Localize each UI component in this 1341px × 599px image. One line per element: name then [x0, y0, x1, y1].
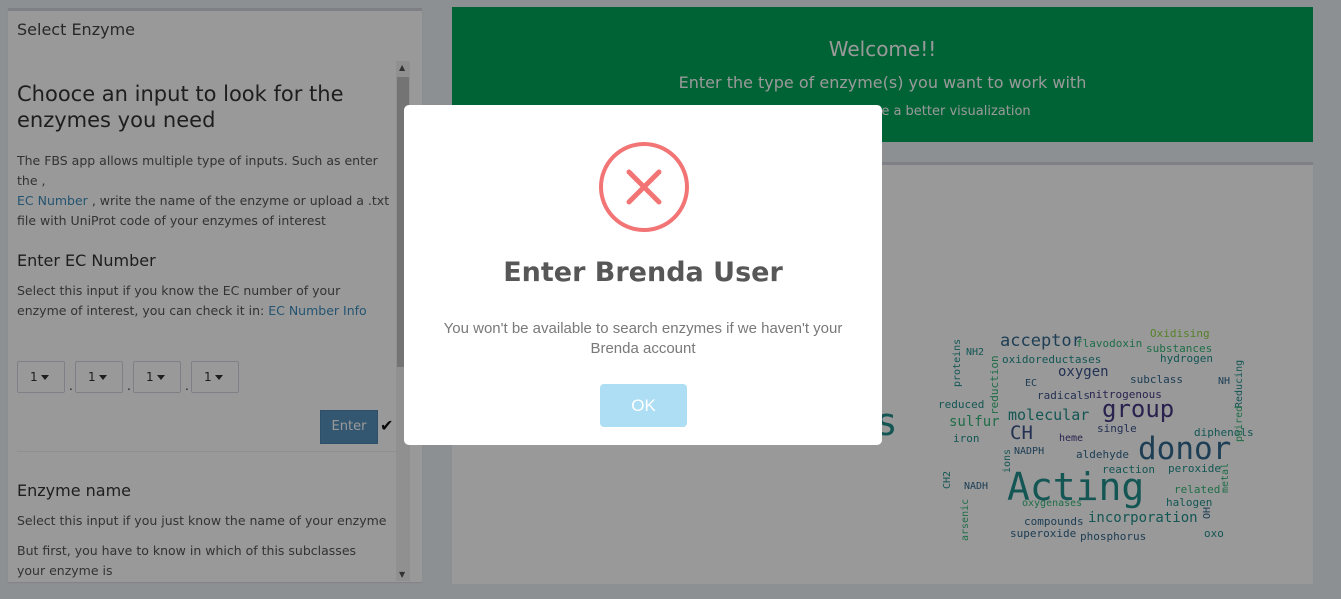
modal-title: Enter Brenda User [503, 257, 783, 288]
brenda-user-alert: Enter Brenda User You won't be available… [404, 105, 882, 445]
error-x-icon-glyph [626, 169, 662, 205]
modal-text: You won't be available to search enzymes… [443, 320, 843, 357]
ok-button[interactable]: OK [600, 384, 687, 427]
error-x-icon [599, 142, 689, 232]
